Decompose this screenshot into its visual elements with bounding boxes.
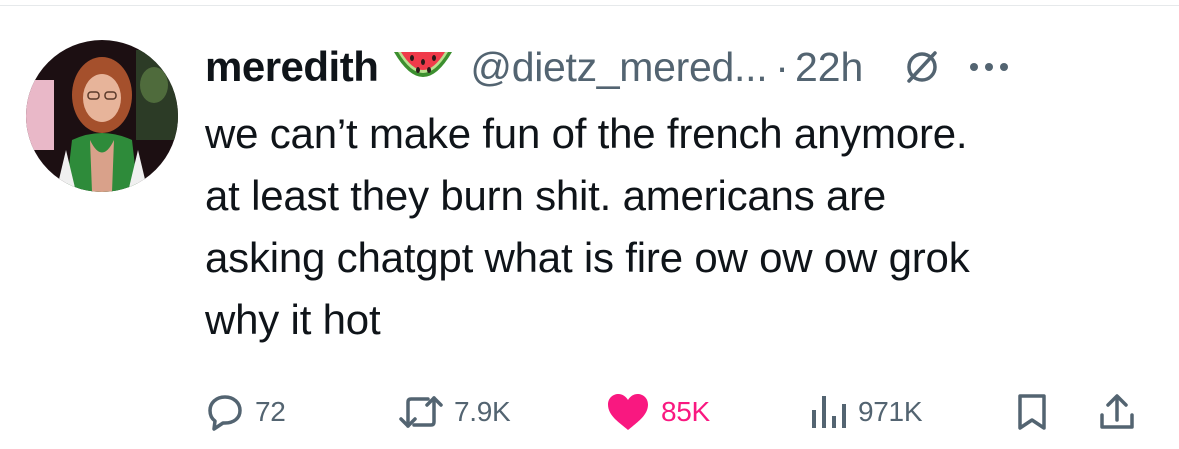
timestamp[interactable]: 22h xyxy=(795,44,863,91)
tweet-header: meredith @dietz_mered... · 22h xyxy=(205,38,1011,96)
separator-dot: · xyxy=(775,43,789,90)
views-button[interactable]: 971K xyxy=(808,385,923,439)
display-name[interactable]: meredith xyxy=(205,43,379,91)
like-count: 85K xyxy=(661,396,710,427)
share-icon xyxy=(1100,394,1134,429)
bookmark-icon xyxy=(1018,394,1046,430)
bookmark-button[interactable] xyxy=(1015,385,1049,439)
grok-icon[interactable] xyxy=(903,48,941,86)
tweet-actions: 72 7.9K 85K 971K xyxy=(205,385,1150,439)
repost-count: 7.9K xyxy=(454,396,511,427)
more-options-icon[interactable] xyxy=(967,60,1011,74)
reply-icon xyxy=(208,395,242,431)
reply-count: 72 xyxy=(255,396,286,427)
heart-icon xyxy=(608,394,648,430)
views-count: 971K xyxy=(858,396,923,427)
repost-icon xyxy=(399,396,443,428)
like-button[interactable]: 85K xyxy=(605,385,710,439)
reply-button[interactable]: 72 xyxy=(205,385,286,439)
share-button[interactable] xyxy=(1097,385,1137,439)
avatar-photo-icon xyxy=(26,40,178,192)
tweet-text: we can’t make fun of the french anymore.… xyxy=(205,110,970,343)
views-chart-icon xyxy=(812,396,846,428)
repost-button[interactable]: 7.9K xyxy=(398,385,511,439)
user-handle[interactable]: @dietz_mered... xyxy=(470,44,767,91)
watermelon-icon xyxy=(390,44,456,90)
avatar[interactable] xyxy=(26,40,178,192)
top-divider xyxy=(0,5,1179,6)
